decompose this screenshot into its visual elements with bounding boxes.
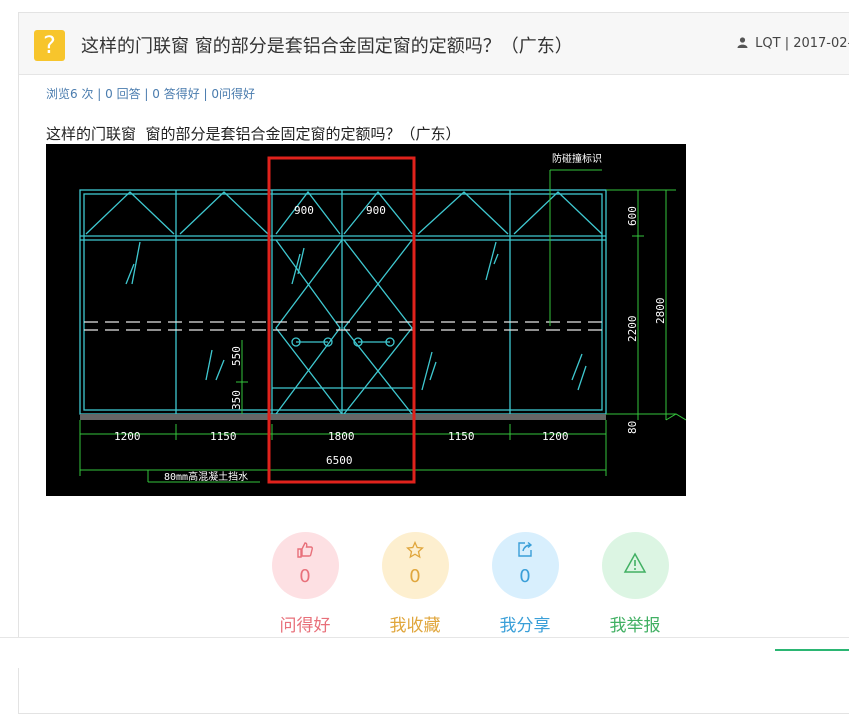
star-icon xyxy=(382,540,449,564)
thumbs-up-icon xyxy=(272,541,339,564)
fire-mark-label: 防碰撞标识 xyxy=(552,152,602,165)
dim-bottom-5: 1200 xyxy=(542,430,569,443)
action-good-question[interactable]: 0 问得好 xyxy=(260,532,350,636)
dim-top-left: 900 xyxy=(294,204,314,217)
good-question-count: 0 xyxy=(299,566,311,587)
action-report[interactable]: 我举报 xyxy=(590,532,680,636)
bottom-divider xyxy=(0,637,849,668)
dim-80: 80 xyxy=(626,421,639,434)
warning-icon xyxy=(602,552,669,579)
share-icon xyxy=(492,541,559,564)
question-body: 这样的门联窗 窗的部分是套铝合金固定窗的定额吗？（广东） xyxy=(46,125,461,143)
action-share[interactable]: 0 我分享 xyxy=(480,532,570,636)
report-button[interactable] xyxy=(601,532,669,599)
favorite-label: 我收藏 xyxy=(389,616,441,636)
cad-drawing-image: 防碰撞标识 900 900 550 350 600 2200 2800 80 1… xyxy=(46,144,686,496)
favorite-button[interactable]: 0 xyxy=(381,532,449,599)
question-title: 这样的门联窗 窗的部分是套铝合金固定窗的定额吗？（广东） xyxy=(81,36,573,57)
dim-550: 550 xyxy=(230,346,243,366)
drawing-note: 80mm高混凝土挡水 xyxy=(164,470,248,483)
dim-bottom-2: 1150 xyxy=(210,430,237,443)
post-date: 2017-02- xyxy=(793,36,849,51)
share-button[interactable]: 0 xyxy=(491,532,559,599)
question-header: ? 这样的门联窗 窗的部分是套铝合金固定窗的定额吗？（广东） LQT | 201… xyxy=(19,13,849,75)
meta-separator: | xyxy=(784,36,794,51)
report-label: 我举报 xyxy=(609,616,661,636)
dim-bottom-1: 1200 xyxy=(114,430,141,443)
favorite-count: 0 xyxy=(409,566,421,587)
dim-total: 6500 xyxy=(326,454,353,467)
author-name[interactable]: LQT xyxy=(755,36,780,51)
dim-2200: 2200 xyxy=(626,316,639,343)
dim-2800: 2800 xyxy=(654,298,667,325)
dim-350: 350 xyxy=(230,390,243,410)
good-question-button[interactable]: 0 xyxy=(271,532,339,599)
share-label: 我分享 xyxy=(499,616,551,636)
dim-top-right: 900 xyxy=(366,204,386,217)
question-mark-icon: ? xyxy=(34,30,65,61)
user-icon xyxy=(737,37,748,48)
action-favorite[interactable]: 0 我收藏 xyxy=(370,532,460,636)
dim-bottom-4: 1150 xyxy=(448,430,475,443)
answer-tab-indicator xyxy=(775,649,849,651)
good-question-label: 问得好 xyxy=(279,616,331,636)
question-stats: 浏览6 次 | 0 回答 | 0 答得好 | 0问得好 xyxy=(46,87,255,101)
share-count: 0 xyxy=(519,566,531,587)
dim-bottom-3: 1800 xyxy=(328,430,355,443)
dim-600: 600 xyxy=(626,206,639,226)
author-meta: LQT | 2017-02- xyxy=(737,36,849,51)
